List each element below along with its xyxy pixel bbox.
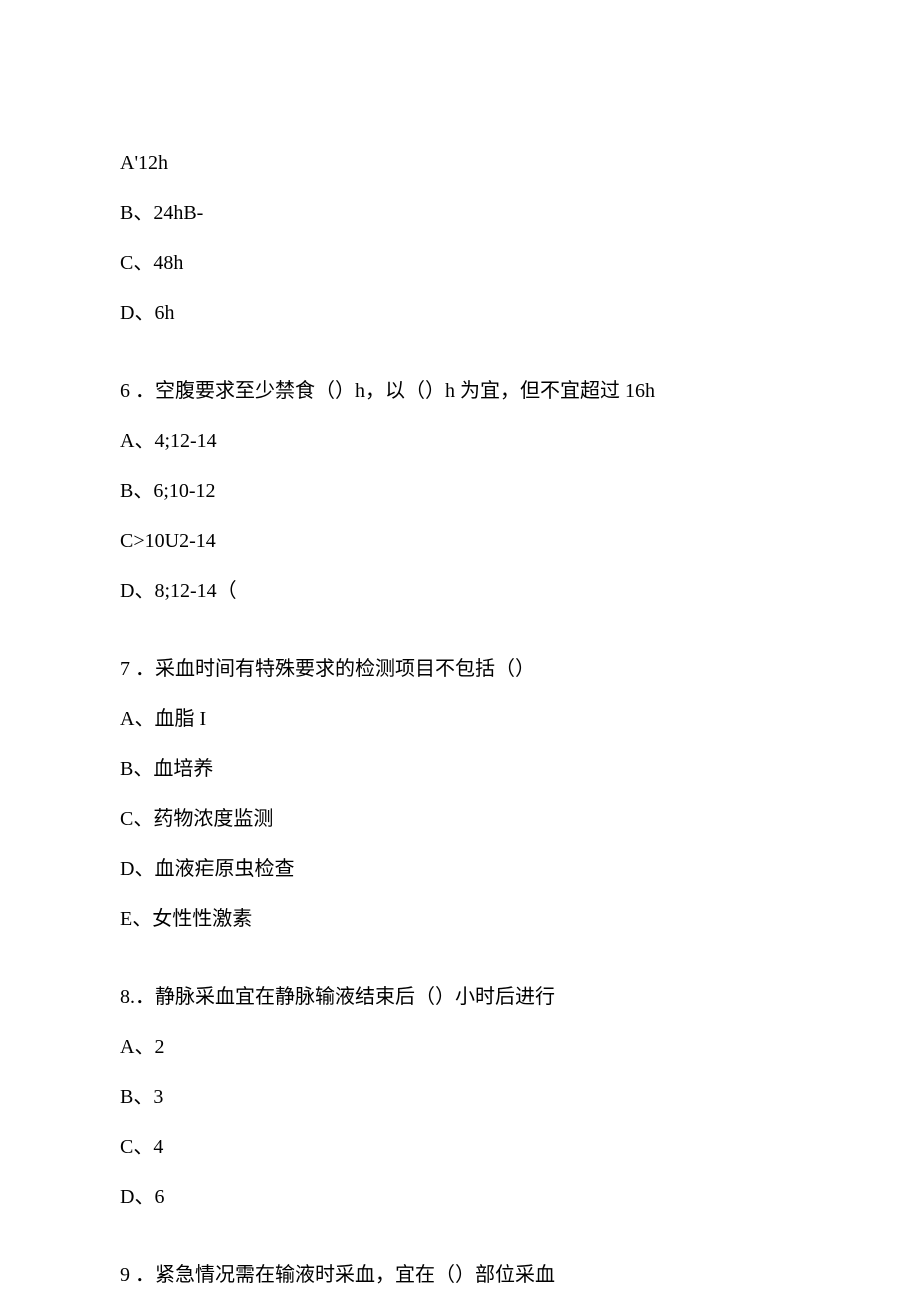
- q7-option-c: C、药物浓度监测: [120, 804, 800, 834]
- q8-option-c: C、4: [120, 1132, 800, 1162]
- q6-option-a: A、4;12-14: [120, 426, 800, 456]
- q7-option-e: E、女性性激素: [120, 904, 800, 934]
- q7-option-a: A、血脂 I: [120, 704, 800, 734]
- q5-option-c: C、48h: [120, 248, 800, 278]
- q5-option-b: B、24hB-: [120, 198, 800, 228]
- q5-option-a: A'12h: [120, 148, 800, 178]
- q8-stem: 8.．静脉采血宜在静脉输液结束后（）小时后进行: [120, 982, 800, 1012]
- q7-option-b: B、血培养: [120, 754, 800, 784]
- q6-option-c: C>10U2-14: [120, 526, 800, 556]
- q6-option-d: D、8;12-14（: [120, 576, 800, 606]
- q9-stem: 9 ．紧急情况需在输液时采血，宜在（）部位采血: [120, 1260, 800, 1290]
- q7-stem: 7 ．采血时间有特殊要求的检测项目不包括（）: [120, 654, 800, 684]
- q8-option-d: D、6: [120, 1182, 800, 1212]
- q6-option-b: B、6;10-12: [120, 476, 800, 506]
- q5-option-d: D、6h: [120, 298, 800, 328]
- q8-option-a: A、2: [120, 1032, 800, 1062]
- q6-stem: 6 ．空腹要求至少禁食（）h，以（）h 为宜，但不宜超过 16h: [120, 376, 800, 406]
- q7-option-d: D、血液疟原虫检查: [120, 854, 800, 884]
- q8-option-b: B、3: [120, 1082, 800, 1112]
